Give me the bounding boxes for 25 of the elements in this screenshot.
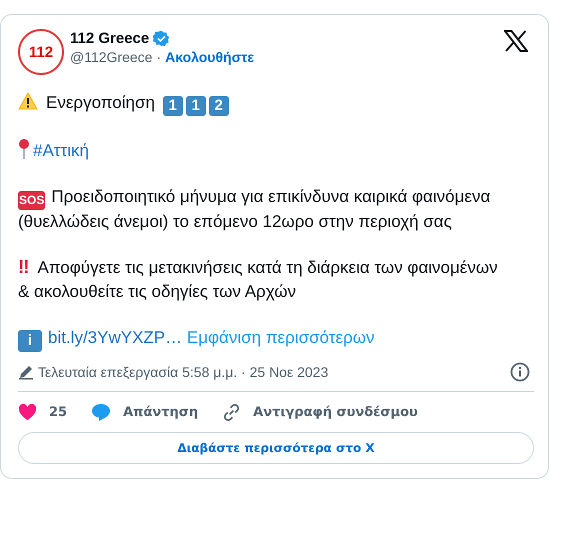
warning-icon xyxy=(18,92,38,110)
show-more-link[interactable]: Εμφάνιση περισσότερων xyxy=(186,328,375,347)
like-button[interactable]: 25 xyxy=(18,404,68,420)
read-more-button[interactable]: Διαβάστε περισσότερα στο X xyxy=(18,432,534,464)
author-name[interactable]: 112 Greece xyxy=(70,30,150,47)
x-logo-icon[interactable] xyxy=(504,30,528,52)
speech-bubble-icon xyxy=(91,402,112,422)
reply-button[interactable]: Απάντηση xyxy=(91,402,198,422)
pencil-icon xyxy=(18,364,34,380)
copy-link-button[interactable]: Αντιγραφή συνδέσμου xyxy=(222,402,418,422)
separator-dot: · xyxy=(156,49,162,65)
post-text: ‼ Αποφύγετε τις μετακινήσεις κατά τη διάρκεια των φαινομένων & ακολουθείτε τις οδηγίες των Αρχών xyxy=(18,256,498,303)
info-icon[interactable] xyxy=(510,362,530,382)
avatar[interactable]: 112 xyxy=(18,29,64,75)
heart-icon xyxy=(18,404,37,420)
edited-timestamp: Τελευταία επεξεργασία 5:58 μ.μ. · 25 Νοε 2023 xyxy=(38,364,330,380)
follow-link[interactable]: Ακολουθήστε xyxy=(165,49,254,65)
short-link[interactable]: bit.ly/3YwYXZP… xyxy=(48,328,182,347)
post-text: i bit.ly/3YwYXZP… Εμφάνιση περισσότερων xyxy=(18,326,498,352)
link-icon xyxy=(222,402,242,422)
post-text: SOS Προειδοποιητικό μήνυμα για επικίνδυνα καιρικά φαινόμενα (θυελλώδεις άνεμοι) το επόμενο 12ωρο στην περιοχή σας xyxy=(18,186,492,233)
post-text: Ενεργοποίηση 1 1 2 xyxy=(18,91,498,116)
pin-icon xyxy=(18,138,30,160)
author-handle: @112Greece xyxy=(70,49,152,65)
hashtag-link[interactable]: #Αττική xyxy=(33,141,89,160)
